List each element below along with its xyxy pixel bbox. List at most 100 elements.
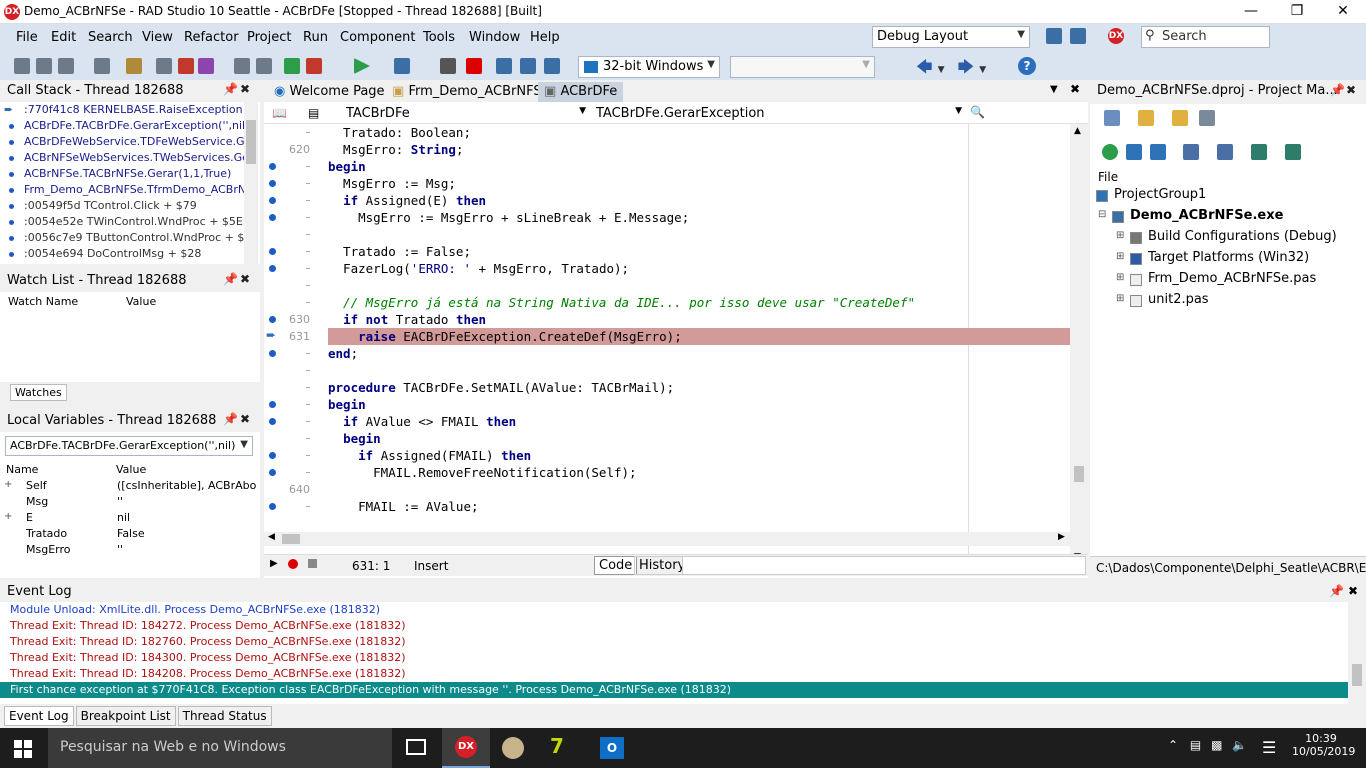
menu-item-view[interactable]: View — [142, 30, 173, 45]
pin-icon[interactable]: 📌 — [223, 82, 238, 96]
windows-start-icon[interactable] — [14, 740, 32, 758]
pin-icon[interactable]: 📌 — [223, 412, 238, 426]
local-variable-row[interactable]: + Enil — [0, 510, 260, 526]
save-desktop-icon[interactable] — [1046, 28, 1062, 44]
chevron-up-icon[interactable]: ⌃ — [1168, 738, 1178, 752]
add-existing-icon[interactable] — [1137, 110, 1154, 126]
call-stack-row[interactable]: ACBrDFe.TACBrDFe.GerarException('',nil) — [0, 118, 244, 134]
help-icon[interactable]: ? — [1018, 57, 1036, 75]
platform-select[interactable]: 32-bit Windows ▼ — [578, 56, 720, 78]
locals-name-header[interactable]: Name — [0, 462, 110, 478]
find-icon[interactable]: 🔍 — [970, 105, 985, 119]
tree-expand-icon[interactable]: ⊞ — [1116, 251, 1124, 262]
call-stack-row[interactable]: :00549f5d TControl.Click + $79 — [0, 198, 244, 214]
close-icon[interactable] — [94, 58, 110, 74]
breakpoint-dot-icon[interactable] — [269, 214, 276, 221]
tab-event-log[interactable]: Event Log — [4, 706, 74, 726]
project-tree-item[interactable]: ⊞ unit2.pas — [1090, 291, 1366, 312]
project-tree-item[interactable]: ProjectGroup1 — [1090, 186, 1366, 207]
pause-icon[interactable] — [440, 58, 456, 74]
tree-expand-icon[interactable]: ⊟ — [1098, 209, 1106, 220]
new-icon[interactable] — [14, 58, 30, 74]
tab-thread-status[interactable]: Thread Status — [177, 706, 272, 726]
close-icon[interactable]: ✕ — [1320, 0, 1366, 24]
add-new-icon[interactable] — [1104, 110, 1120, 126]
call-stack-row[interactable]: :0054e52e TWinControl.WndProc + $5EE — [0, 214, 244, 230]
minimize-icon[interactable]: — — [1228, 0, 1274, 24]
event-log-row[interactable]: Thread Exit: Thread ID: 182760. Process … — [0, 634, 1348, 650]
project-tree-item[interactable]: ⊞ Build Configurations (Debug) — [1090, 228, 1366, 249]
menu-item-project[interactable]: Project — [247, 30, 291, 45]
breakpoint-dot-icon[interactable] — [269, 180, 276, 187]
breakpoint-dot-icon[interactable] — [269, 197, 276, 204]
breakpoint-dot-icon[interactable] — [269, 469, 276, 476]
expand-icon[interactable]: + — [4, 479, 12, 490]
code-nav-icon[interactable]: 📖 — [272, 106, 287, 120]
menu-item-window[interactable]: Window — [469, 30, 520, 45]
locals-context-select[interactable]: ACBrDFe.TACBrDFe.GerarException('',nil) ▼ — [5, 436, 253, 456]
build-groups-icon[interactable] — [1217, 144, 1234, 160]
breakpoint-dot-icon[interactable] — [269, 163, 276, 170]
local-variable-row[interactable]: MsgErro '' — [0, 542, 260, 558]
compile-icon[interactable] — [1284, 144, 1301, 160]
breakpoint-dot-icon[interactable] — [269, 452, 276, 459]
remove-file-icon[interactable] — [178, 58, 194, 74]
open-project-icon[interactable] — [58, 58, 74, 74]
locals-value-header[interactable]: Value — [110, 462, 250, 478]
menu-item-search[interactable]: Search — [88, 30, 133, 45]
event-log-row[interactable]: Thread Exit: Thread ID: 184272. Process … — [0, 618, 1348, 634]
expand-icon[interactable]: + — [4, 511, 12, 522]
local-variable-row[interactable]: + Self ([csInheritable], ACBrAbo... — [0, 478, 260, 494]
event-log-row[interactable]: Module Unload: XmlLite.dll. Process Demo… — [0, 602, 1348, 618]
breakpoint-dot-icon[interactable] — [269, 401, 276, 408]
outlook-taskbar-icon[interactable]: O — [600, 737, 624, 759]
compare-icon[interactable] — [256, 58, 272, 74]
close-panel-icon[interactable]: ✖ — [240, 412, 250, 426]
tab-code[interactable]: Code — [594, 556, 638, 575]
run-without-debug-icon[interactable] — [394, 58, 410, 74]
tab-welcome-page[interactable]: ◉ Welcome Page — [268, 82, 391, 102]
menu-item-component[interactable]: Component — [340, 30, 415, 45]
forward-icon[interactable]: 🡆 — [958, 57, 975, 76]
set-debug-desktop-icon[interactable] — [1069, 28, 1086, 44]
maximize-icon[interactable]: ❐ — [1274, 0, 1320, 24]
step-over-icon[interactable] — [496, 58, 512, 74]
build-icon[interactable] — [1251, 144, 1268, 160]
close-tab-icon[interactable]: ✖ — [1070, 82, 1080, 96]
pin-icon[interactable]: 📌 — [1329, 584, 1344, 598]
taskbar-search-input[interactable]: Pesquisar na Web e no Windows — [48, 728, 392, 768]
local-variable-row[interactable]: Msg '' — [0, 494, 260, 510]
event-log-row[interactable]: Thread Exit: Thread ID: 184208. Process … — [0, 666, 1348, 682]
task-view-icon[interactable] — [406, 739, 426, 755]
save-icon[interactable] — [198, 58, 214, 74]
dx-icon[interactable]: DX — [1108, 28, 1124, 44]
event-log-list[interactable]: Module Unload: XmlLite.dll. Process Demo… — [0, 602, 1348, 704]
sync-icon[interactable] — [1102, 144, 1118, 160]
call-stack-row[interactable]: ACBrNFSe.TACBrNFSe.Gerar(1,1,True) — [0, 166, 244, 182]
monitor-icon[interactable]: ▩ — [1211, 738, 1222, 752]
event-log-scrollbar[interactable] — [1348, 602, 1366, 704]
menu-item-help[interactable]: Help — [530, 30, 560, 45]
tab-breakpoint-list[interactable]: Breakpoint List — [75, 706, 176, 726]
expand-icon[interactable] — [1125, 144, 1142, 160]
ide-search-input[interactable]: ⚲ Search — [1141, 26, 1270, 48]
menu-item-file[interactable]: File — [16, 30, 38, 45]
project-tree-item[interactable]: ⊟ Demo_ACBrNFSe.exe — [1090, 207, 1366, 228]
menu-item-edit[interactable]: Edit — [51, 30, 76, 45]
trace-into-icon[interactable] — [520, 58, 536, 74]
class-select[interactable]: TACBrDFe ▼ — [346, 106, 586, 121]
call-stack-scrollbar[interactable] — [244, 102, 258, 264]
tree-expand-icon[interactable]: ⊞ — [1116, 230, 1124, 241]
sort-icon[interactable] — [1183, 144, 1200, 160]
tab-history[interactable]: History — [634, 556, 688, 575]
watch-value-header[interactable]: Value — [118, 294, 238, 310]
pin-icon[interactable]: 📌 — [1330, 83, 1345, 97]
tab-watches[interactable]: Watches — [10, 384, 67, 401]
close-panel-icon[interactable]: ✖ — [1346, 83, 1356, 97]
run-to-cursor-icon[interactable] — [544, 58, 560, 74]
method-select[interactable]: TACBrDFe.GerarException ▼ — [596, 106, 962, 121]
menu-item-tools[interactable]: Tools — [423, 30, 455, 45]
watch-name-header[interactable]: Watch Name — [0, 294, 120, 310]
breakpoint-dot-icon[interactable] — [269, 265, 276, 272]
add-file-icon[interactable] — [156, 58, 172, 74]
